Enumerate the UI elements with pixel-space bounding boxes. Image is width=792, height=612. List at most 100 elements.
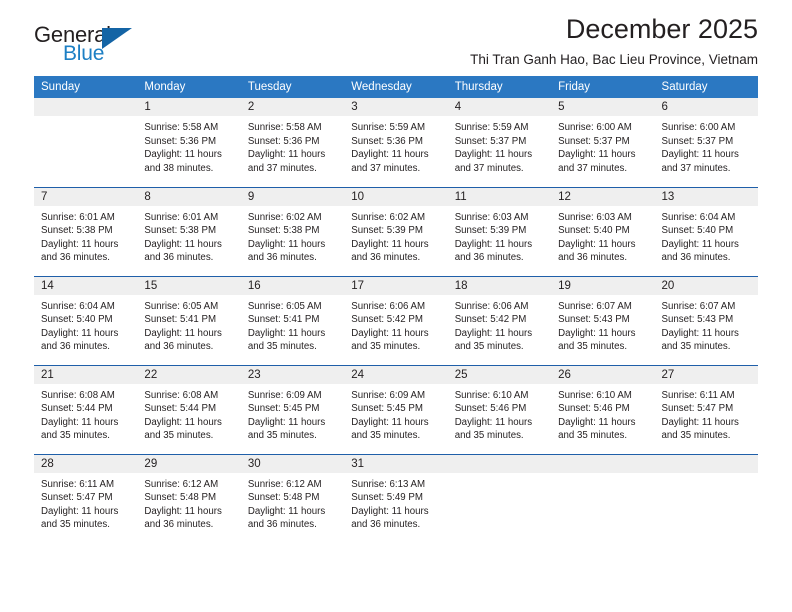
day-cell-details: Sunrise: 6:09 AM Sunset: 5:45 PM Daylight:…: [241, 384, 344, 443]
calendar-day-cell[interactable]: 17 Sunrise: 6:06 AM Sunset: 5:42 PM Dayligh…: [344, 275, 448, 365]
calendar-day-cell[interactable]: 31 Sunrise: 6:13 AM Sunset: 5:49 PM Dayligh…: [344, 453, 448, 543]
sunrise-time: Sunrise: 6:13 AM: [351, 478, 426, 490]
calendar-day-cell[interactable]: 6 Sunrise: 6:00 AM Sunset: 5:37 PM Daylight…: [654, 98, 758, 187]
daylight-duration-line2: and 36 minutes.: [144, 252, 214, 264]
calendar-day-cell[interactable]: 7 Sunrise: 6:01 AM Sunset: 5:38 PM Daylight…: [34, 186, 138, 276]
daylight-duration-line1: Daylight: 11 hours: [247, 505, 326, 517]
day-number: 8: [137, 187, 241, 206]
day-number: 15: [137, 276, 241, 295]
calendar-day-cell[interactable]: 14 Sunrise: 6:04 AM Sunset: 5:40 PM Dayligh…: [34, 275, 138, 365]
daylight-duration-line1: Daylight: 11 hours: [351, 416, 429, 428]
day-cell-details: Sunrise: 6:08 AM Sunset: 5:44 PM Daylight:…: [34, 384, 137, 443]
day-cell-inner: 5 Sunrise: 6:00 AM Sunset: 5:37 PM Daylight…: [551, 98, 655, 186]
daylight-duration-line1: Daylight: 11 hours: [661, 327, 739, 339]
sunrise-time: Sunrise: 6:11 AM: [41, 478, 115, 490]
sunset-time: Sunset: 5:42 PM: [454, 314, 527, 326]
daylight-duration-line1: Daylight: 11 hours: [558, 327, 636, 339]
daylight-duration-line1: Daylight: 11 hours: [247, 238, 326, 250]
day-number: 19: [551, 276, 655, 295]
sunset-time: Sunset: 5:39 PM: [454, 225, 527, 237]
calendar-day-cell[interactable]: 13 Sunrise: 6:04 AM Sunset: 5:40 PM Dayligh…: [654, 186, 758, 276]
day-cell-details: Sunrise: 6:07 AM Sunset: 5:43 PM Daylight:…: [655, 295, 758, 354]
day-number: 5: [551, 98, 655, 116]
sunset-time: Sunset: 5:38 PM: [41, 225, 113, 237]
calendar-day-cell[interactable]: 24 Sunrise: 6:09 AM Sunset: 5:45 PM Dayligh…: [344, 364, 448, 454]
day-number: 7: [34, 187, 138, 206]
calendar-day-cell[interactable]: 22 Sunrise: 6:08 AM Sunset: 5:44 PM Dayligh…: [137, 364, 241, 454]
daylight-duration-line2: and 37 minutes.: [454, 162, 524, 174]
sunset-time: Sunset: 5:41 PM: [247, 314, 320, 326]
day-cell-inner: 23 Sunrise: 6:09 AM Sunset: 5:45 PM Dayligh…: [240, 365, 345, 454]
sunrise-time: Sunrise: 6:08 AM: [41, 389, 115, 401]
sunset-time: Sunset: 5:37 PM: [558, 135, 630, 147]
day-number: 16: [240, 276, 345, 295]
calendar-day-cell[interactable]: 27 Sunrise: 6:11 AM Sunset: 5:47 PM Dayligh…: [654, 364, 758, 454]
day-cell-details: Sunrise: 6:03 AM Sunset: 5:40 PM Daylight:…: [551, 206, 654, 265]
day-cell-inner: [551, 454, 655, 543]
day-cell-inner: 21 Sunrise: 6:08 AM Sunset: 5:44 PM Dayligh…: [34, 365, 138, 454]
calendar-day-cell[interactable]: 10 Sunrise: 6:02 AM Sunset: 5:39 PM Dayligh…: [344, 186, 448, 276]
calendar-day-cell[interactable]: 9 Sunrise: 6:02 AM Sunset: 5:38 PM Daylight…: [240, 186, 345, 276]
day-cell-details: Sunrise: 6:06 AM Sunset: 5:42 PM Daylight:…: [344, 295, 447, 354]
day-cell-details: Sunrise: 5:58 AM Sunset: 5:36 PM Daylight:…: [137, 116, 240, 175]
day-number: 31: [344, 454, 448, 473]
sunset-time: Sunset: 5:42 PM: [351, 314, 423, 326]
calendar-day-cell[interactable]: 20 Sunrise: 6:07 AM Sunset: 5:43 PM Dayligh…: [654, 275, 758, 365]
sunset-time: Sunset: 5:38 PM: [247, 225, 320, 237]
day-cell-inner: 17 Sunrise: 6:06 AM Sunset: 5:42 PM Dayligh…: [344, 276, 448, 365]
daylight-duration-line2: and 35 minutes.: [351, 341, 421, 353]
day-number: 28: [34, 454, 138, 473]
calendar-day-cell[interactable]: 12 Sunrise: 6:03 AM Sunset: 5:40 PM Dayligh…: [551, 186, 655, 276]
daylight-duration-line2: and 36 minutes.: [247, 519, 317, 531]
sunrise-time: Sunrise: 6:10 AM: [454, 389, 529, 401]
sunrise-time: Sunrise: 6:07 AM: [661, 300, 736, 312]
daylight-duration-line2: and 35 minutes.: [558, 430, 628, 442]
calendar-day-cell[interactable]: 19 Sunrise: 6:07 AM Sunset: 5:43 PM Dayligh…: [551, 275, 655, 365]
daylight-duration-line1: Daylight: 11 hours: [351, 327, 429, 339]
calendar-day-cell[interactable]: 15 Sunrise: 6:05 AM Sunset: 5:41 PM Dayligh…: [137, 275, 241, 365]
sunrise-time: Sunrise: 6:12 AM: [144, 478, 219, 490]
daylight-duration-line2: and 35 minutes.: [351, 430, 421, 442]
calendar-day-cell[interactable]: 23 Sunrise: 6:09 AM Sunset: 5:45 PM Dayligh…: [240, 364, 345, 454]
calendar-day-cell[interactable]: 1 Sunrise: 5:58 AM Sunset: 5:36 PM Daylight…: [137, 98, 241, 187]
day-cell-inner: 18 Sunrise: 6:06 AM Sunset: 5:42 PM Dayligh…: [447, 276, 552, 365]
day-cell-inner: 1 Sunrise: 5:58 AM Sunset: 5:36 PM Daylight…: [137, 98, 241, 186]
day-cell-details: Sunrise: 6:12 AM Sunset: 5:48 PM Daylight:…: [241, 473, 344, 532]
daylight-duration-line2: and 35 minutes.: [454, 341, 524, 353]
day-number: 12: [551, 187, 655, 206]
calendar-day-cell[interactable]: 30 Sunrise: 6:12 AM Sunset: 5:48 PM Dayligh…: [240, 453, 345, 543]
page-subtitle: Thi Tran Ganh Hao, Bac Lieu Province, Vi…: [470, 52, 758, 68]
calendar-day-cell[interactable]: 29 Sunrise: 6:12 AM Sunset: 5:48 PM Dayligh…: [137, 453, 241, 543]
calendar-day-cell[interactable]: 5 Sunrise: 6:00 AM Sunset: 5:37 PM Daylight…: [551, 98, 655, 187]
calendar-day-cell[interactable]: 2 Sunrise: 5:58 AM Sunset: 5:36 PM Daylight…: [240, 98, 345, 187]
calendar-day-cell[interactable]: 16 Sunrise: 6:05 AM Sunset: 5:41 PM Dayligh…: [240, 275, 345, 365]
day-number: 9: [240, 187, 345, 206]
sunrise-time: Sunrise: 5:58 AM: [247, 122, 322, 133]
calendar-day-cell[interactable]: 8 Sunrise: 6:01 AM Sunset: 5:38 PM Daylight…: [137, 186, 241, 276]
calendar-day-cell[interactable]: 4 Sunrise: 5:59 AM Sunset: 5:37 PM Daylight…: [447, 98, 552, 187]
calendar-day-cell[interactable]: 21 Sunrise: 6:08 AM Sunset: 5:44 PM Dayligh…: [34, 364, 138, 454]
page-title: December 2025: [565, 14, 758, 44]
blue-triangle-icon: [102, 28, 132, 49]
calendar-day-cell[interactable]: 3 Sunrise: 5:59 AM Sunset: 5:36 PM Daylight…: [344, 98, 448, 187]
day-cell-details: Sunrise: 6:06 AM Sunset: 5:42 PM Daylight:…: [448, 295, 551, 354]
daylight-duration-line1: Daylight: 11 hours: [144, 416, 222, 428]
calendar-day-cell[interactable]: 11 Sunrise: 6:03 AM Sunset: 5:39 PM Dayligh…: [447, 186, 552, 276]
day-number: [551, 454, 655, 473]
day-cell-inner: 2 Sunrise: 5:58 AM Sunset: 5:36 PM Daylight…: [240, 98, 345, 186]
daylight-duration-line2: and 35 minutes.: [454, 430, 524, 442]
calendar-day-cell[interactable]: 26 Sunrise: 6:10 AM Sunset: 5:46 PM Dayligh…: [551, 364, 655, 454]
calendar-day-cell[interactable]: 28 Sunrise: 6:11 AM Sunset: 5:47 PM Dayligh…: [34, 453, 138, 543]
day-cell-inner: 22 Sunrise: 6:08 AM Sunset: 5:44 PM Dayligh…: [137, 365, 241, 454]
sunrise-time: Sunrise: 6:01 AM: [144, 211, 219, 223]
calendar-day-cell[interactable]: 18 Sunrise: 6:06 AM Sunset: 5:42 PM Dayligh…: [447, 275, 552, 365]
day-cell-inner: 26 Sunrise: 6:10 AM Sunset: 5:46 PM Dayligh…: [551, 365, 655, 454]
day-number: 30: [240, 454, 345, 473]
page-header: General Blue December 2025 Thi Tran Ganh…: [34, 0, 758, 76]
calendar-week-row: 14 Sunrise: 6:04 AM Sunset: 5:40 PM Dayligh…: [34, 275, 758, 365]
daylight-duration-line2: and 37 minutes.: [661, 162, 731, 174]
daylight-duration-line1: Daylight: 11 hours: [351, 238, 429, 250]
calendar-day-cell[interactable]: 25 Sunrise: 6:10 AM Sunset: 5:46 PM Dayligh…: [447, 364, 552, 454]
daylight-duration-line2: and 36 minutes.: [351, 252, 421, 264]
day-cell-details: Sunrise: 6:01 AM Sunset: 5:38 PM Daylight:…: [137, 206, 240, 265]
